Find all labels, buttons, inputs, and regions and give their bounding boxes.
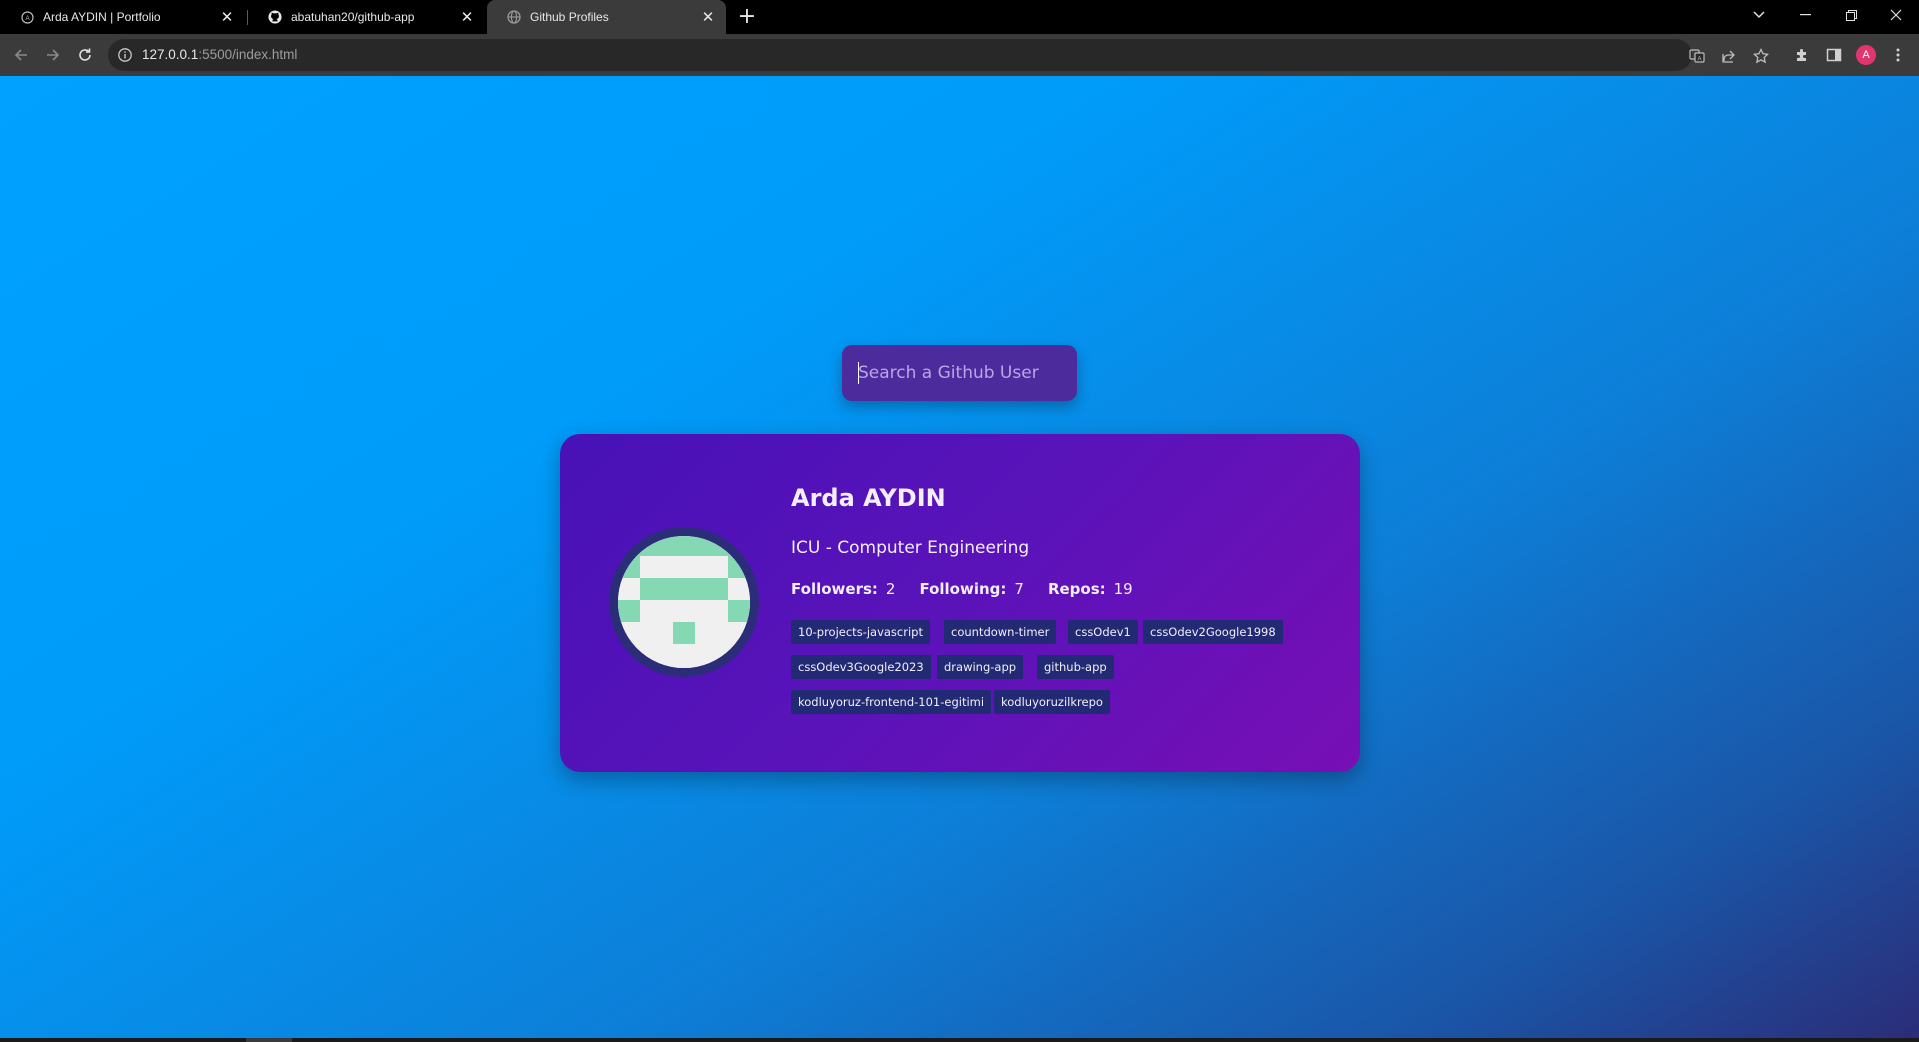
restore-button[interactable] — [1828, 0, 1874, 30]
svg-text:A: A — [1697, 57, 1701, 63]
portfolio-favicon-icon: A — [20, 10, 34, 24]
url-host: 127.0.0.1 — [142, 47, 199, 62]
restore-icon — [1845, 9, 1857, 21]
profile-avatar-button[interactable]: A — [1855, 44, 1877, 66]
reload-button[interactable] — [71, 41, 99, 69]
tab-search-button[interactable] — [1736, 0, 1782, 30]
github-icon — [268, 10, 282, 24]
user-name: Arda AYDIN — [791, 484, 946, 512]
new-tab-button[interactable]: + — [734, 5, 760, 31]
close-icon — [1890, 9, 1902, 21]
tab-strip: A Arda AYDIN | Portfolio ✕ abatuhan20/gi… — [0, 0, 1919, 34]
repo-link[interactable]: kodluyoruz-frontend-101-egitimi — [791, 690, 992, 714]
tab-title: Arda AYDIN | Portfolio — [43, 10, 161, 24]
search-input[interactable] — [842, 345, 1077, 401]
tab-github-app[interactable]: abatuhan20/github-app ✕ — [248, 0, 485, 34]
url-path: :5500/index.html — [198, 47, 298, 62]
globe-icon — [507, 10, 521, 24]
followers-count: 2 — [885, 580, 896, 598]
browser-toolbar: 127.0.0.1:5500/index.html A A — [0, 34, 1919, 76]
tab-title: Github Profiles — [530, 10, 609, 24]
bottom-edge — [0, 1038, 1919, 1042]
avatar — [618, 536, 750, 668]
tab-portfolio[interactable]: A Arda AYDIN | Portfolio ✕ — [0, 0, 245, 34]
repos-stat: Repos: 19 — [1048, 580, 1133, 598]
arrow-right-icon — [47, 49, 60, 61]
translate-icon[interactable]: A — [1688, 47, 1706, 65]
repo-link[interactable]: cssOdev1 — [1068, 620, 1138, 644]
user-stats: Followers: 2 Following: 7 Repos: 19 — [791, 580, 1157, 598]
info-icon[interactable] — [117, 47, 133, 63]
avatar-ring — [609, 527, 759, 677]
tab-title: abatuhan20/github-app — [291, 10, 415, 24]
share-icon[interactable] — [1720, 47, 1738, 65]
arrow-left-icon — [14, 49, 27, 61]
close-window-button[interactable] — [1873, 0, 1919, 30]
bookmark-star-icon[interactable] — [1752, 47, 1770, 65]
following-stat: Following: 7 — [919, 580, 1024, 598]
identicon-icon — [618, 536, 750, 668]
chevron-down-icon — [1753, 11, 1765, 19]
more-menu-icon[interactable] — [1887, 44, 1909, 66]
repo-link[interactable]: drawing-app — [937, 655, 1024, 679]
close-icon[interactable]: ✕ — [215, 5, 239, 29]
text-caret — [858, 362, 859, 384]
following-label: Following: — [919, 580, 1007, 598]
user-bio: ICU - Computer Engineering — [791, 538, 1030, 558]
side-panel-icon[interactable] — [1823, 44, 1845, 66]
followers-label: Followers: — [791, 580, 878, 598]
tab-github-profiles[interactable]: Github Profiles ✕ — [487, 0, 726, 34]
repo-link[interactable]: countdown-timer — [944, 620, 1057, 644]
profile-card: Arda AYDIN ICU - Computer Engineering Fo… — [560, 434, 1360, 772]
reload-icon — [79, 48, 91, 61]
following-count: 7 — [1014, 580, 1024, 598]
minimize-icon — [1799, 14, 1811, 16]
address-bar[interactable]: 127.0.0.1:5500/index.html A — [108, 39, 1769, 71]
minimize-button[interactable] — [1782, 0, 1828, 30]
repo-link[interactable]: github-app — [1037, 655, 1114, 679]
repos-count: 19 — [1113, 580, 1133, 598]
repo-link[interactable]: cssOdev2Google1998 — [1143, 620, 1283, 644]
close-icon[interactable]: ✕ — [455, 5, 479, 29]
forward-button[interactable] — [39, 41, 67, 69]
url-text[interactable]: 127.0.0.1:5500/index.html — [142, 39, 297, 71]
avatar: A — [1856, 45, 1876, 65]
followers-stat: Followers: 2 — [791, 580, 895, 598]
scrollbar[interactable] — [246, 1038, 292, 1042]
search-form — [842, 345, 1077, 401]
repo-link[interactable]: kodluyoruzilkrepo — [994, 690, 1110, 714]
repo-link[interactable]: cssOdev3Google2023 — [791, 655, 931, 679]
back-button[interactable] — [7, 41, 35, 69]
close-icon[interactable]: ✕ — [696, 5, 720, 29]
extensions-icon[interactable] — [1791, 44, 1813, 66]
repo-link[interactable]: 10-projects-javascript — [791, 620, 930, 644]
repos-label: Repos: — [1047, 580, 1106, 598]
svg-text:A: A — [25, 16, 29, 22]
